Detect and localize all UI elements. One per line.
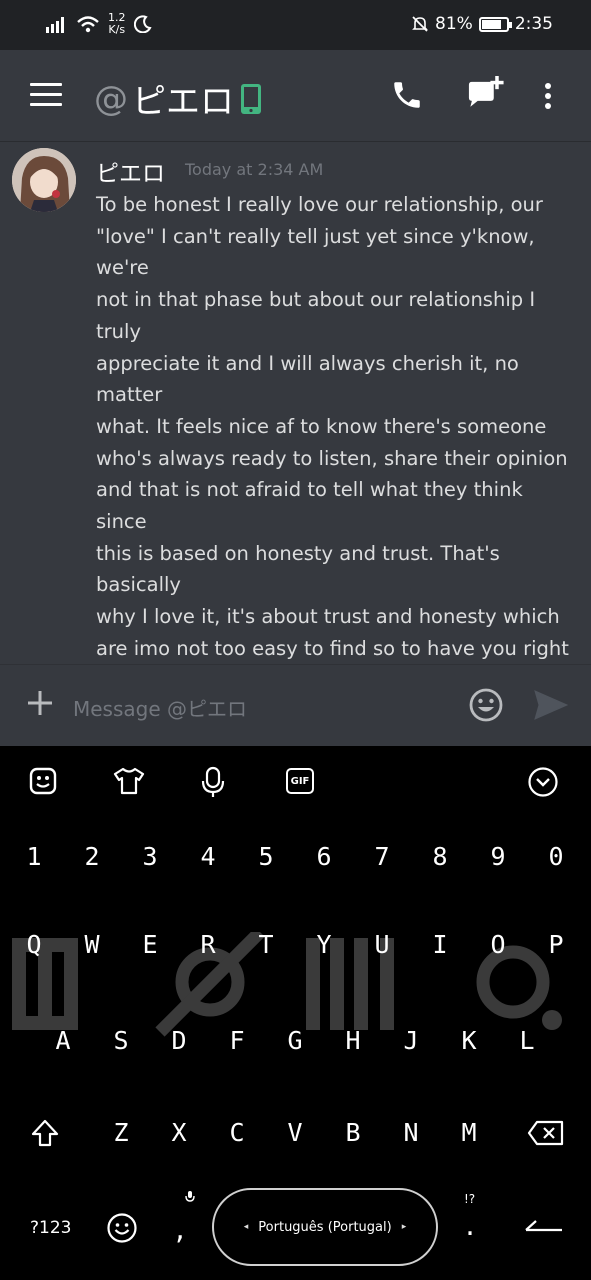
- sticker-icon[interactable]: [28, 766, 58, 796]
- key[interactable]: M: [449, 1118, 489, 1147]
- key[interactable]: 2: [72, 842, 112, 871]
- language-next-icon: ▸: [401, 1222, 407, 1232]
- message-line: who's always ready to listen, share thei…: [96, 446, 568, 470]
- period-key[interactable]: .: [450, 1212, 490, 1241]
- message-line: "love" I can't really tell just yet sinc…: [96, 224, 535, 280]
- message-author[interactable]: ピエロ: [96, 154, 165, 188]
- key[interactable]: N: [391, 1118, 431, 1147]
- key[interactable]: H: [333, 1026, 373, 1055]
- clock: 2:35: [514, 14, 553, 34]
- key[interactable]: O: [478, 930, 518, 959]
- key[interactable]: W: [72, 930, 112, 959]
- language-label: Português (Portugal): [258, 1219, 392, 1235]
- collapse-keyboard-icon[interactable]: [527, 766, 559, 798]
- dm-header: @ ピエロ: [0, 50, 591, 142]
- message-line: what. It feels nice af to know there's s…: [96, 414, 547, 438]
- key[interactable]: 9: [478, 842, 518, 871]
- key[interactable]: G: [275, 1026, 315, 1055]
- key[interactable]: I: [420, 930, 460, 959]
- key[interactable]: A: [43, 1026, 83, 1055]
- key[interactable]: Q: [14, 930, 54, 959]
- key[interactable]: 3: [130, 842, 170, 871]
- message-list[interactable]: ピエロ Today at 2:34 AM To be honest I real…: [0, 142, 591, 850]
- symbols-key[interactable]: ?123: [30, 1218, 71, 1238]
- avatar[interactable]: [12, 148, 76, 212]
- key[interactable]: 7: [362, 842, 402, 871]
- key[interactable]: C: [217, 1118, 257, 1147]
- theme-tshirt-icon[interactable]: [112, 766, 146, 796]
- wifi-icon: [77, 16, 99, 33]
- key[interactable]: Y: [304, 930, 344, 959]
- key[interactable]: J: [391, 1026, 431, 1055]
- key[interactable]: 6: [304, 842, 344, 871]
- mobile-icon: [241, 83, 261, 114]
- moon-icon: [133, 15, 152, 33]
- message-input[interactable]: Message @ピエロ: [73, 693, 247, 722]
- shift-key-icon[interactable]: [30, 1118, 60, 1148]
- key[interactable]: T: [246, 930, 286, 959]
- at-symbol: @: [94, 78, 128, 119]
- key[interactable]: Z: [101, 1118, 141, 1147]
- key[interactable]: U: [362, 930, 402, 959]
- voice-hint-icon: [185, 1191, 195, 1202]
- enter-key-icon[interactable]: [524, 1216, 564, 1236]
- menu-icon[interactable]: [30, 83, 62, 107]
- gif-button[interactable]: GIF: [286, 768, 314, 794]
- key[interactable]: 8: [420, 842, 460, 871]
- message-line: appreciate it and I will always cherish …: [96, 351, 519, 407]
- language-prev-icon: ◂: [243, 1222, 249, 1232]
- mute-bell-icon: [412, 16, 428, 32]
- key[interactable]: E: [130, 930, 170, 959]
- punctuation-hint: !?: [464, 1192, 476, 1206]
- backspace-key-icon[interactable]: [527, 1120, 565, 1146]
- key[interactable]: L: [507, 1026, 547, 1055]
- signal-icon: [46, 17, 64, 33]
- key[interactable]: P: [536, 930, 576, 959]
- message-line: this is based on honesty and trust. That…: [96, 541, 500, 597]
- battery-icon: [478, 16, 512, 32]
- key[interactable]: F: [217, 1026, 257, 1055]
- key[interactable]: X: [159, 1118, 199, 1147]
- battery-percent: 81%: [435, 14, 473, 34]
- key[interactable]: R: [188, 930, 228, 959]
- status-bar: 1.2 K/s 81% 2:35: [0, 0, 591, 50]
- key[interactable]: D: [159, 1026, 199, 1055]
- message-line: not in that phase but about our relation…: [96, 288, 536, 343]
- microphone-icon[interactable]: [200, 766, 226, 798]
- message-line: why I love it, it's about trust and hone…: [96, 605, 560, 629]
- key[interactable]: 0: [536, 842, 576, 871]
- key[interactable]: V: [275, 1118, 315, 1147]
- key[interactable]: 4: [188, 842, 228, 871]
- add-to-group-icon[interactable]: [466, 76, 504, 114]
- plus-icon[interactable]: [26, 689, 54, 717]
- comma-key[interactable]: ,: [160, 1216, 200, 1245]
- phone-icon[interactable]: [390, 78, 424, 112]
- key[interactable]: 5: [246, 842, 286, 871]
- keyboard: GIF 1234567890 QWERTYUIOP ASDFGHJKL ZXCVBNM…: [0, 746, 591, 1280]
- dm-username: ピエロ: [132, 82, 234, 122]
- message-timestamp: Today at 2:34 AM: [185, 160, 324, 179]
- key[interactable]: K: [449, 1026, 489, 1055]
- key[interactable]: S: [101, 1026, 141, 1055]
- space-bar[interactable]: ◂ Português (Portugal) ▸: [212, 1188, 438, 1266]
- more-icon[interactable]: [544, 82, 552, 110]
- message-line: To be honest I really love our relations…: [96, 193, 543, 216]
- emoji-key-icon[interactable]: [106, 1212, 138, 1244]
- network-speed: 1.2 K/s: [108, 11, 126, 36]
- message-line: are imo not too easy to find so to have …: [96, 636, 569, 660]
- message-line: and that is not afraid to tell what they…: [96, 478, 523, 534]
- key[interactable]: 1: [14, 842, 54, 871]
- emoji-icon[interactable]: [468, 687, 504, 723]
- send-icon[interactable]: [533, 689, 569, 721]
- message-composer: Message @ピエロ: [0, 664, 591, 746]
- channel-title: @ ピエロ: [94, 74, 262, 123]
- key[interactable]: B: [333, 1118, 373, 1147]
